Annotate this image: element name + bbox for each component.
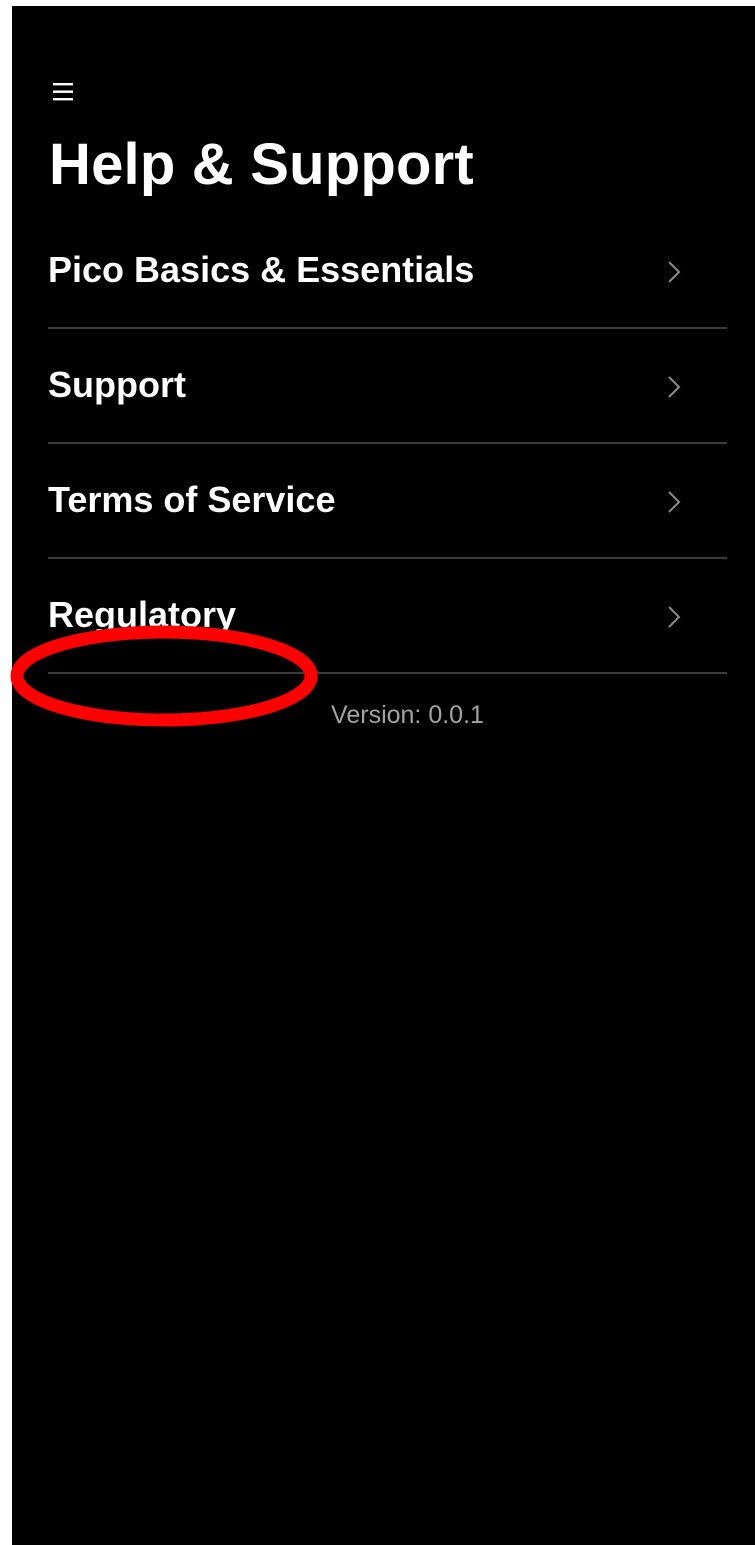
version-label: Version: 0.0.1 xyxy=(331,701,484,729)
help-support-screen: Help & Support Pico Basics & Essentials … xyxy=(12,6,755,1545)
chevron-right-icon xyxy=(667,605,681,629)
menu-item-label: Regulatory xyxy=(48,594,237,635)
menu-item-label: Terms of Service xyxy=(48,479,336,520)
hamburger-menu-icon[interactable] xyxy=(52,80,76,104)
menu-item-support[interactable]: Support xyxy=(48,329,727,444)
page-title: Help & Support xyxy=(49,132,474,197)
menu-item-regulatory[interactable]: Regulatory xyxy=(48,559,727,674)
menu-item-label: Pico Basics & Essentials xyxy=(48,249,475,290)
menu-item-terms-of-service[interactable]: Terms of Service xyxy=(48,444,727,559)
menu-item-pico-basics[interactable]: Pico Basics & Essentials xyxy=(48,214,727,329)
menu-item-label: Support xyxy=(48,364,186,405)
chevron-right-icon xyxy=(667,260,681,284)
help-menu-list: Pico Basics & Essentials Support Terms o… xyxy=(48,214,727,674)
chevron-right-icon xyxy=(667,375,681,399)
chevron-right-icon xyxy=(667,490,681,514)
